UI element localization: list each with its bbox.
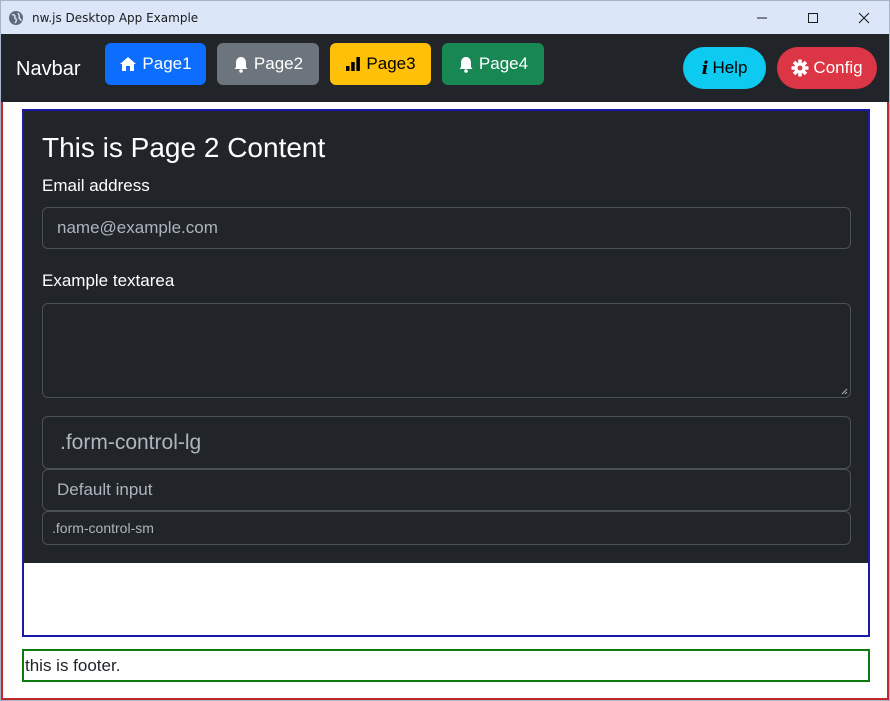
help-button[interactable]: i Help (683, 47, 766, 89)
page4-button[interactable]: Page4 (442, 43, 544, 85)
config-label: Config (813, 58, 863, 77)
app-window: nw.js Desktop App Example Navbar Page1 P… (0, 0, 890, 701)
input-small-placeholder: .form-control-sm (52, 520, 154, 536)
footer-text: this is footer. (25, 655, 121, 675)
page-title: This is Page 2 Content (42, 132, 326, 163)
minimize-button[interactable] (736, 1, 787, 34)
info-icon: i (701, 57, 709, 79)
page2-button[interactable]: Page2 (217, 43, 319, 85)
page1-label: Page1 (142, 54, 192, 73)
email-placeholder: name@example.com (57, 218, 218, 237)
bell-icon (234, 56, 248, 73)
close-icon (858, 12, 869, 23)
page1-button[interactable]: Page1 (105, 43, 206, 85)
title-bar[interactable]: nw.js Desktop App Example (1, 1, 889, 34)
input-default[interactable]: Default input (42, 469, 851, 511)
navbar-brand[interactable]: Navbar (16, 58, 80, 81)
resize-grip-icon[interactable] (840, 387, 848, 395)
house-icon (120, 57, 137, 71)
example-textarea[interactable] (42, 303, 851, 398)
input-large[interactable]: .form-control-lg (42, 416, 851, 469)
maximize-button[interactable] (787, 1, 838, 34)
email-label: Email address (42, 176, 150, 195)
email-input[interactable]: name@example.com (42, 207, 851, 249)
page3-label: Page3 (366, 54, 416, 73)
close-button[interactable] (838, 1, 889, 34)
page3-button[interactable]: Page3 (330, 43, 431, 85)
help-label: Help (712, 58, 748, 77)
page2-label: Page2 (253, 54, 304, 73)
footer: this is footer. (22, 649, 870, 682)
gear-icon (791, 59, 809, 77)
input-default-placeholder: Default input (57, 480, 153, 499)
textarea-label: Example textarea (42, 271, 175, 290)
bell-icon (459, 56, 473, 73)
page4-label: Page4 (478, 54, 529, 73)
navbar: Navbar Page1 Page2 Page3 Page4 i Help Co… (1, 34, 889, 102)
bar-chart-icon (346, 57, 361, 71)
minimize-icon (756, 17, 767, 18)
input-large-placeholder: .form-control-lg (60, 430, 202, 454)
config-button[interactable]: Config (777, 47, 877, 89)
window-title: nw.js Desktop App Example (32, 10, 199, 25)
globe-icon (8, 10, 24, 26)
maximize-icon (807, 12, 818, 23)
input-small[interactable]: .form-control-sm (42, 511, 851, 545)
